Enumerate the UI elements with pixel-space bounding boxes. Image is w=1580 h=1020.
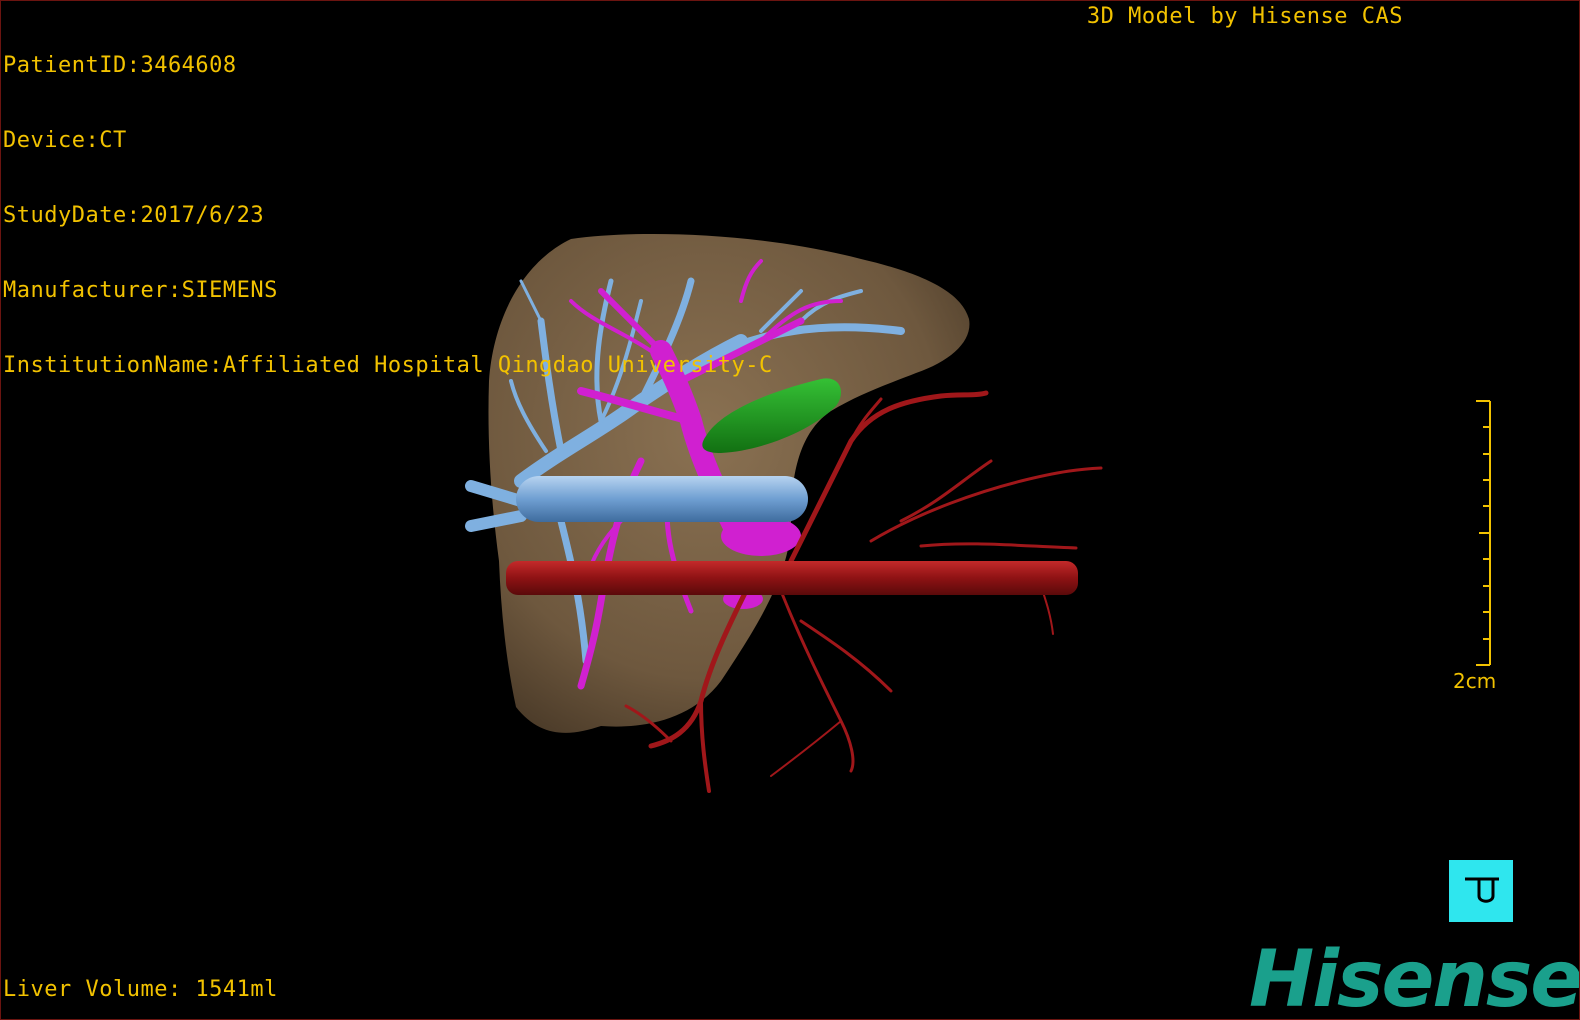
scale-bar-label: 2cm (1453, 669, 1497, 693)
manufacturer-label: Manufacturer:SIEMENS (3, 278, 278, 303)
model-credit-label: 3D Model by Hisense CAS (1086, 4, 1403, 29)
patient-info-overlay: PatientID:3464608 Device:CT StudyDate:20… (3, 3, 773, 428)
abdominal-aorta[interactable] (506, 561, 1078, 595)
view-orientation-button[interactable] (1449, 860, 1513, 922)
hisense-logo: Hisense (1249, 935, 1580, 1020)
liver-volume-readout: Liver Volume: 1541ml (3, 977, 278, 1002)
study-date-label: StudyDate:2017/6/23 (3, 203, 265, 228)
scale-bar (1476, 400, 1491, 666)
patient-id-label: PatientID:3464608 (3, 53, 237, 78)
3d-viewport[interactable]: PatientID:3464608 Device:CT StudyDate:20… (0, 0, 1580, 1020)
institution-label: InstitutionName:Affiliated Hospital Qing… (3, 353, 773, 378)
view-cube-icon (1465, 877, 1499, 903)
device-label: Device:CT (3, 128, 127, 153)
inferior-vena-cava[interactable] (516, 476, 808, 522)
